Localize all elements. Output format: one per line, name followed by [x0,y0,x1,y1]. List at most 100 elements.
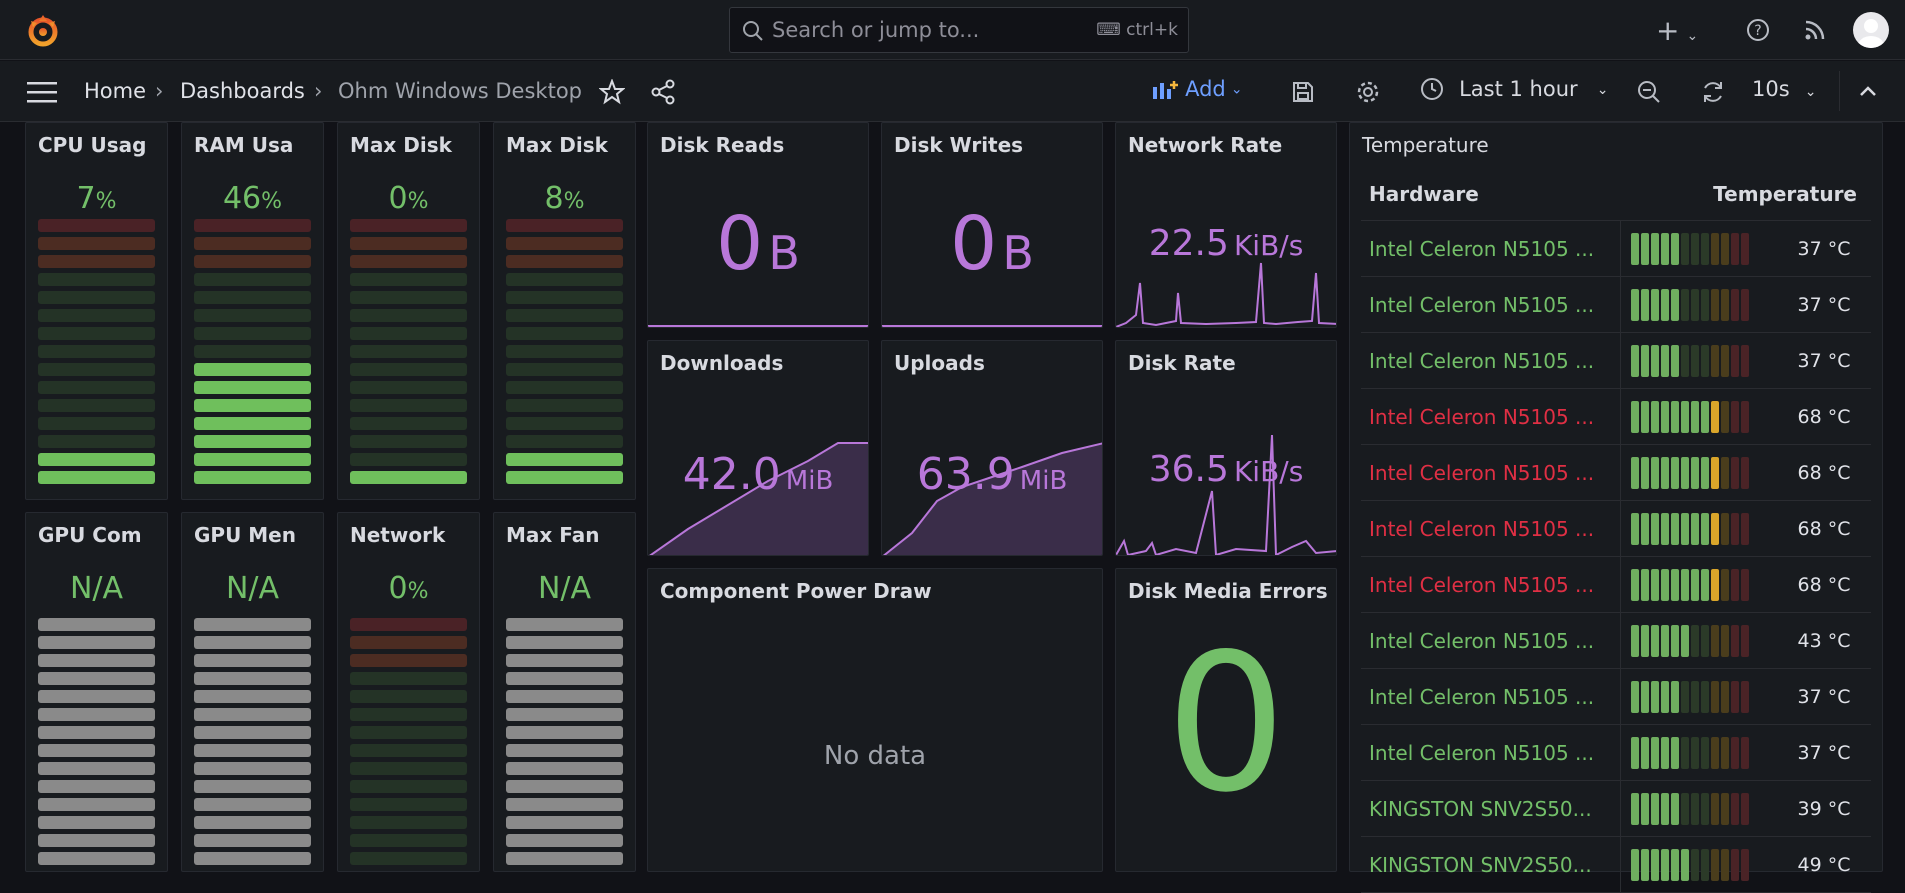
hardware-name: Intel Celeron N5105 ... [1361,556,1620,613]
disk-media-errors-panel[interactable]: Disk Media Errors 0 [1115,568,1337,872]
temperature-gauge-cell: 49 °C [1619,836,1871,893]
gauge-segment [506,780,623,793]
gauge-segment [350,255,467,268]
gauge-segment [1670,624,1679,657]
gauge-segment [1740,512,1749,545]
gauge-segment [506,399,623,412]
gauge-panel[interactable]: RAM Usa 46% [181,122,324,500]
gauge-panel[interactable]: Max Disk 0% [337,122,480,500]
stat-panel-uploads[interactable]: Uploads 63.9 MiB [881,340,1103,556]
gauge-segment [1640,792,1649,825]
new-menu-button[interactable]: + ⌄ [1656,14,1698,47]
rss-icon[interactable] [1804,19,1826,41]
time-range-picker[interactable]: Last 1 hour ⌄ [1420,77,1608,101]
gauge-segment [1690,792,1699,825]
stat-panel-disk-writes[interactable]: Disk Writes 0 B [881,122,1103,328]
temperature-value: 37 °C [1797,237,1851,260]
chevron-up-icon[interactable] [1858,83,1878,99]
gauge-segment [350,381,467,394]
gauge-segment [1650,792,1659,825]
grafana-logo-icon[interactable] [25,13,61,49]
add-button[interactable]: Add ⌄ [1152,77,1243,107]
hardware-name: Intel Celeron N5105 ... [1361,388,1620,445]
gauge-segment [506,237,623,250]
gauge-segment [1650,736,1659,769]
panel-title: Component Power Draw [660,579,932,603]
gauge-segment [1740,680,1749,713]
gauge-segment [350,237,467,250]
gauge-segment [1650,624,1659,657]
gauge-segment [1690,288,1699,321]
search-input[interactable]: Search or jump to... ⌨ ctrl+k [729,7,1189,53]
stat-panel-disk-reads[interactable]: Disk Reads 0 B [647,122,869,328]
gauge-segment [506,690,623,703]
gauge-segment [194,798,311,811]
gauge-segment [1680,568,1689,601]
gauge-panel[interactable]: GPU Men N/A [181,512,324,872]
gauge-segment [1710,680,1719,713]
add-label: Add [1185,77,1226,101]
gauge-segment [1650,512,1659,545]
stat-panel-downloads[interactable]: Downloads 42.0 MiB [647,340,869,556]
gauge-segment [38,762,155,775]
gauge-panel[interactable]: Network 0% [337,512,480,872]
hardware-name: Intel Celeron N5105 ... [1361,220,1620,277]
refresh-interval-label: 10s [1752,77,1790,101]
gauge-segment [194,816,311,829]
stat-value: 63.9 MiB [916,449,1068,500]
gauge-value: 7% [76,181,117,216]
dashboard-nav-bar: Home › Dashboards › Ohm Windows Desktop … [0,61,1905,122]
column-header-temperature[interactable]: Temperature [1620,168,1871,221]
gauge-segment [1640,288,1649,321]
gauge-segment [1740,400,1749,433]
gauge-segment [1640,400,1649,433]
column-header-hardware[interactable]: Hardware [1361,168,1620,221]
gauge-segment [194,708,311,721]
table-row: KINGSTON SNV2S50... 49 °C [1361,836,1871,893]
menu-icon[interactable] [27,81,57,103]
gauge-segment [194,399,311,412]
gauge-panel[interactable]: Max Fan N/A [493,512,636,872]
temperature-gauge-cell: 68 °C [1619,388,1871,445]
gauge-panel[interactable]: CPU Usag 7% [25,122,168,500]
stat-panel-network-rate[interactable]: Network Rate 22.5 KiB/s [1115,122,1337,328]
gauge-segment [350,780,467,793]
breadcrumb-home[interactable]: Home [84,79,146,103]
save-icon[interactable] [1291,80,1315,104]
temperature-gauge-cell: 68 °C [1619,444,1871,501]
gauge-panel[interactable]: GPU Com N/A [25,512,168,872]
table-row: Intel Celeron N5105 ... 37 °C [1361,276,1871,333]
gauge-segment [1630,848,1639,881]
zoom-out-icon[interactable] [1637,80,1661,104]
avatar[interactable] [1853,12,1889,48]
gauge-segment [1660,512,1669,545]
temperature-value: 68 °C [1797,573,1851,596]
help-icon[interactable]: ? [1746,18,1770,42]
gauge-segment [38,780,155,793]
gauge-segment [194,672,311,685]
gauge-segment [506,798,623,811]
stat-panel-disk-rate[interactable]: Disk Rate 36.5 KiB/s [1115,340,1337,556]
gauge-segment [1630,232,1639,265]
refresh-interval-picker[interactable]: 10s ⌄ [1752,77,1817,101]
gauge-segment [38,345,155,358]
share-icon[interactable] [650,79,676,105]
gauge-panel[interactable]: Max Disk 8% [493,122,636,500]
gauge-segment [1660,848,1669,881]
component-power-draw-panel[interactable]: Component Power Draw No data [647,568,1103,872]
gauge-segment [506,654,623,667]
gauge-segment [1650,344,1659,377]
gauge-segment [1690,456,1699,489]
gear-icon[interactable] [1356,80,1380,104]
gauge-segment [1700,456,1709,489]
gauge-segment [506,309,623,322]
panel-title: GPU Com [38,523,142,547]
gauge-segment [506,726,623,739]
gauge-segment [350,762,467,775]
star-icon[interactable] [599,79,625,105]
gauge-segment [38,309,155,322]
breadcrumb-dashboards[interactable]: Dashboards [180,79,305,103]
refresh-icon[interactable] [1700,79,1726,105]
gauge-segment [1690,568,1699,601]
temperature-gauge-cell: 37 °C [1619,668,1871,725]
